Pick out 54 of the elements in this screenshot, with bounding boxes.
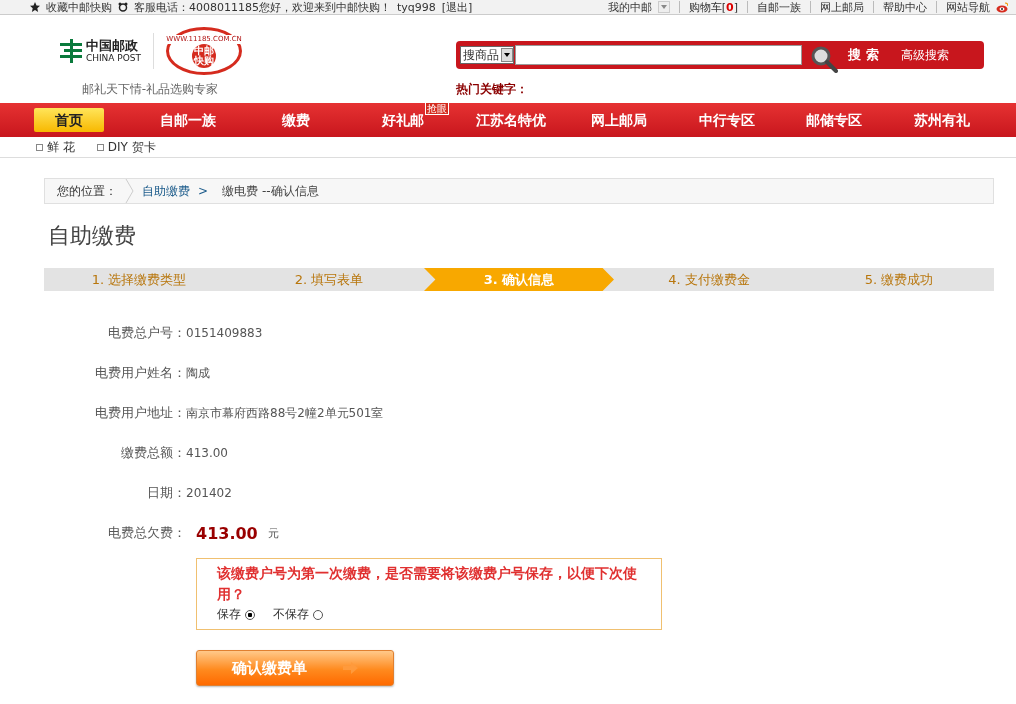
breadcrumb-link[interactable]: 自助缴费	[142, 182, 190, 200]
search-button[interactable]: 搜 索	[838, 46, 889, 64]
hot-badge: 抢眼	[425, 102, 450, 115]
field-label: 缴费总额：	[120, 444, 186, 462]
sub-nav-link[interactable]: DIY 贺卡	[107, 138, 156, 156]
amount-value: 413.00	[196, 523, 258, 543]
field-label: 电费总欠费：	[107, 524, 186, 542]
step-item: 4. 支付缴费金	[667, 271, 751, 289]
field-label: 电费总户号：	[107, 324, 186, 342]
nav-tab[interactable]: 江苏名特优	[472, 108, 551, 132]
field-value: 南京市幕府西路88号2幢2单元501室	[186, 404, 384, 422]
nav-tab[interactable]: 邮储专区	[802, 108, 867, 132]
logout-link[interactable]: [退出]	[441, 0, 473, 14]
top-link[interactable]: 网站导航	[946, 0, 990, 14]
radio-label: 不保存	[273, 606, 309, 623]
field-label: 电费用户姓名：	[94, 364, 186, 382]
nav-tab[interactable]: 首页	[34, 108, 104, 132]
top-link[interactable]: 自邮一族	[757, 0, 801, 14]
breadcrumb-label: 您的位置：	[57, 182, 117, 200]
step-item: 3. 确认信息	[424, 268, 614, 291]
hot-keywords-label: 热门关键字：	[456, 81, 529, 98]
sub-nav-link[interactable]: 鲜 花	[47, 138, 75, 156]
logo-subtext: CHINA POST	[85, 53, 142, 63]
unit-text: 元	[267, 525, 279, 541]
radio-label: 保存	[217, 606, 241, 623]
breadcrumb-current: 缴电费 --确认信息	[222, 182, 319, 200]
field-value: 0151409883	[186, 326, 263, 340]
slogan-text: 邮礼天下情-礼品选购专家	[81, 81, 219, 98]
breadcrumb-separator: >	[198, 184, 209, 198]
field-label: 电费用户地址：	[94, 404, 186, 422]
field-value: 413.00	[186, 446, 228, 460]
prompt-question: 该缴费户号为第一次缴费，是否需要将该缴费户号保存，以便下次使用？	[217, 564, 638, 604]
nav-tab[interactable]: 网上邮局	[586, 108, 651, 132]
logo-text: 中国邮政	[85, 39, 139, 53]
step-item: 1. 选择缴费类型	[90, 271, 188, 289]
scope-select[interactable]: 搜商品	[460, 46, 514, 64]
nav-tab[interactable]: 缴费	[277, 108, 314, 132]
field-label: 日期：	[146, 484, 186, 502]
step-item: 2. 填写表单	[293, 271, 365, 289]
favorite-link[interactable]: 收藏中邮快购	[46, 0, 112, 14]
username-link[interactable]: tyq998	[397, 0, 436, 14]
my-account-link[interactable]: 我的中邮	[607, 0, 652, 14]
page-title: 自助缴费	[48, 222, 137, 250]
step-item: 5. 缴费成功	[863, 271, 935, 289]
field-value: 陶成	[186, 364, 210, 382]
advanced-search-link[interactable]: 高级搜索	[900, 46, 949, 64]
nav-tab[interactable]: 苏州有礼	[910, 108, 975, 132]
top-link[interactable]: 帮助中心	[883, 0, 927, 14]
nav-tab[interactable]: 中行专区	[694, 108, 759, 132]
nav-tab[interactable]: 自邮一族	[155, 108, 220, 132]
top-link[interactable]: 网上邮局	[820, 0, 864, 14]
field-value: 201402	[186, 486, 232, 500]
cart-link[interactable]: 购物车[0]	[688, 0, 738, 14]
hotline-text: 客服电话：4008011185您好，欢迎来到中邮快购！	[134, 0, 391, 14]
